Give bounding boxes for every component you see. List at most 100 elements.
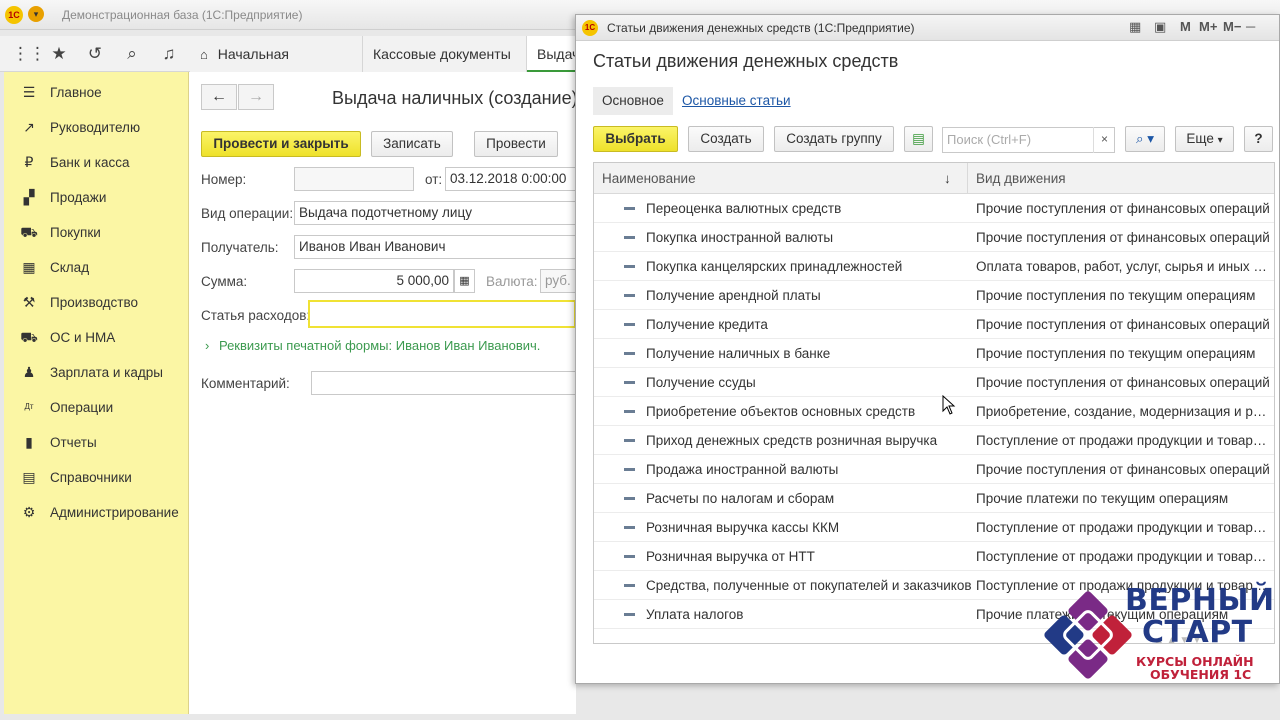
tab-home[interactable]: ⌂ Начальная страница [190,36,363,99]
cell-kind: Поступление от продажи продукции и товар… [976,433,1271,448]
tab-main[interactable]: Основное [593,87,673,115]
minimize-icon[interactable]: ─ [1246,19,1255,34]
sidebar-item[interactable]: ▦ Склад [4,249,189,284]
item-element-icon [624,236,635,239]
sidebar-item[interactable]: ⚙ Администрирование [4,494,189,529]
cart-icon: ⛟ [20,224,38,240]
arrow-left-icon: ← [211,88,227,105]
calculator-icon[interactable]: ▦ [1129,19,1141,35]
table-header: Наименование ↓ Вид движения [594,163,1274,194]
main-menu-button[interactable]: ▾ [28,6,44,22]
tab-main-items[interactable]: Основные статьи [673,87,800,115]
create-group-button[interactable]: Создать группу [774,126,894,152]
column-header-kind[interactable]: Вид движения [976,171,1066,186]
app-title: Демонстрационная база (1С:Предприятие) [62,8,303,22]
date-field[interactable]: 03.12.2018 0:00:00 [445,167,576,191]
home-icon: ⌂ [200,47,208,62]
table-row[interactable]: Расчеты по налогам и сборам Прочие платеж… [594,484,1274,513]
dialog-titlebar: 1С Статьи движения денежных средств (1С:… [576,15,1279,41]
sidebar-item-label: Отчеты [50,435,97,450]
post-and-close-button[interactable]: Провести и закрыть [201,131,361,157]
sidebar-item[interactable]: ⛟ ОС и НМА [4,319,189,354]
cell-name: Переоценка валютных средств [646,201,842,216]
calendar-icon[interactable]: ▣ [1154,19,1166,35]
column-header-name[interactable]: Наименование [602,171,696,186]
recipient-field[interactable]: Иванов Иван Иванович [294,235,576,259]
favorites-star-icon[interactable]: ★ [49,44,69,64]
cash-issue-form: ← → Выдача наличных (создание) Провести … [189,72,578,714]
table-row[interactable]: Продажа иностранной валюты Прочие поступл… [594,455,1274,484]
cash-flow-items-table: Наименование ↓ Вид движения Переоценка в… [593,162,1275,644]
sidebar-item[interactable]: ▤ Справочники [4,459,189,494]
table-row[interactable]: Приобретение объектов основных средств Пр… [594,397,1274,426]
sidebar-item-label: Руководителю [50,120,141,135]
bell-icon[interactable]: ♫ [159,44,179,64]
table-row[interactable]: Получение ссуды Прочие поступления от фин… [594,368,1274,397]
create-button[interactable]: Создать [688,126,764,152]
expense-item-field[interactable] [308,300,576,328]
search-icon[interactable]: ⌕ [122,44,142,64]
sidebar-item[interactable]: ▞ Продажи [4,179,189,214]
search-options-button[interactable]: ⌕ ▾ [1125,126,1165,152]
history-icon[interactable]: ↺ [85,44,105,64]
post-button[interactable]: Провести [474,131,558,157]
mouse-cursor-icon [942,395,956,415]
clear-search-icon[interactable]: × [1093,127,1115,153]
table-row[interactable]: Розничная выручка от НТТ Поступление от п… [594,542,1274,571]
truck-icon: ⛟ [20,329,38,345]
item-element-icon [624,381,635,384]
logo-emblem-icon [1044,591,1132,679]
table-row[interactable]: Покупка канцелярских принадлежностей Опла… [594,252,1274,281]
search-icon: ⌕ ▾ [1135,131,1155,146]
select-button[interactable]: Выбрать [593,126,678,152]
memory-plus-icon[interactable]: M+ [1199,19,1217,34]
cell-kind: Прочие поступления от финансовых операци… [976,462,1270,477]
cell-name: Продажа иностранной валюты [646,462,839,477]
tab-cash-documents[interactable]: Кассовые документы × [363,36,527,98]
memory-minus-icon[interactable]: M− [1223,19,1241,34]
search-input[interactable]: Поиск (Ctrl+F) [942,127,1115,153]
table-row[interactable]: Розничная выручка кассы ККМ Поступление о… [594,513,1274,542]
sidebar-item-label: Зарплата и кадры [50,365,163,380]
logo-line-2: СТАРТ [1142,615,1253,650]
sidebar-item[interactable]: ☰ Главное [4,74,189,109]
operation-field[interactable]: Выдача подотчетному лицу [294,201,576,225]
table-row[interactable]: Получение кредита Прочие поступления от ф… [594,310,1274,339]
memory-m-icon[interactable]: M [1180,19,1191,34]
sidebar-item-label: Справочники [50,470,132,485]
calculator-icon[interactable]: ▦ [454,269,475,293]
back-button[interactable]: ← [201,84,237,110]
print-form-details-link[interactable]: › Реквизиты печатной формы: Иванов Иван … [205,338,540,353]
save-button[interactable]: Записать [371,131,453,157]
amount-field[interactable]: 5 000,00 [294,269,454,293]
cell-kind: Прочие поступления от финансовых операци… [976,375,1270,390]
cell-kind: Прочие поступления от финансовых операци… [976,201,1270,216]
table-row[interactable]: Получение арендной платы Прочие поступлен… [594,281,1274,310]
trend-icon: ↗ [23,119,35,135]
number-field[interactable] [294,167,414,191]
comment-field[interactable] [311,371,576,395]
help-button[interactable]: ? [1244,126,1273,152]
table-row[interactable]: Переоценка валютных средств Прочие поступ… [594,194,1274,223]
menu-lines-icon: ☰ [22,84,36,100]
table-row[interactable]: Покупка иностранной валюты Прочие поступл… [594,223,1274,252]
forward-button[interactable]: → [238,84,274,110]
sidebar-item[interactable]: Дт Операции [4,389,189,424]
warehouse-icon: ▦ [22,259,36,275]
currency-field[interactable]: руб. [540,269,576,293]
copy-item-button[interactable]: ▤ [904,126,933,152]
sidebar-item[interactable]: ▮ Отчеты [4,424,189,459]
sidebar-item[interactable]: ↗ Руководителю [4,109,189,144]
sidebar-item[interactable]: ₽ Банк и касса [4,144,189,179]
sidebar-item[interactable]: ⛟ Покупки [4,214,189,249]
sidebar-item[interactable]: ♟ Зарплата и кадры [4,354,189,389]
more-button[interactable]: Еще ▾ [1175,126,1234,152]
sidebar: ☰ Главное ↗ Руководителю ₽ Банк и касса ▞ Прода… [4,72,189,714]
table-row[interactable]: Получение наличных в банке Прочие поступл… [594,339,1274,368]
cell-name: Получение кредита [646,317,768,332]
apps-grid-icon[interactable]: ⋮⋮ [12,44,46,64]
table-row[interactable]: Приход денежных средств розничная выручк… [594,426,1274,455]
sidebar-item[interactable]: ⚒ Производство [4,284,189,319]
arrow-right-icon: → [248,88,264,105]
sidebar-item-label: Продажи [50,190,107,205]
